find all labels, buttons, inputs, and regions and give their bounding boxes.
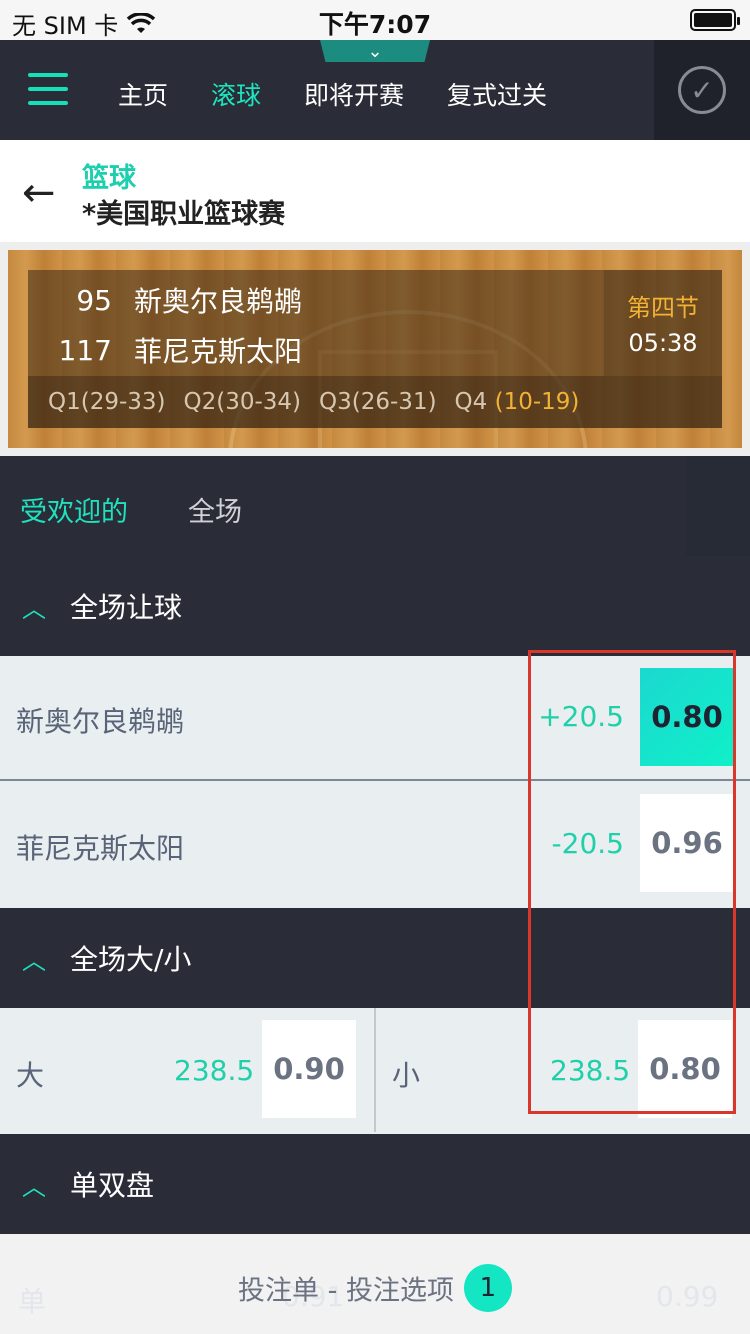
court-background: 95 新奥尔良鹈鹕 117 菲尼克斯太阳 第四节 05:38 Q1(29-33)… [8, 250, 742, 448]
tab-scroll-edge [686, 456, 750, 556]
status-bar: 无 SIM 卡 下午7:07 [0, 0, 750, 40]
nav-tabs: 主页 滚球 即将开赛 复式过关 [118, 76, 547, 112]
scoreboard: 95 新奥尔良鹈鹕 117 菲尼克斯太阳 第四节 05:38 Q1(29-33)… [0, 242, 750, 456]
home-score: 95 [76, 283, 112, 317]
score-panel: 95 新奥尔良鹈鹕 117 菲尼克斯太阳 [28, 270, 604, 376]
chevron-up-icon: ︿ [22, 946, 46, 975]
away-score-row: 117 菲尼克斯太阳 [28, 330, 302, 370]
section-title: 全场大/小 [70, 943, 192, 976]
top-nav: ⌄ 主页 滚球 即将开赛 复式过关 ✓ [0, 40, 750, 140]
section-title: 全场让球 [70, 591, 183, 624]
section-handicap-header[interactable]: ︿ 全场让球 [0, 556, 750, 656]
under-label: 小 [392, 1059, 421, 1092]
highlight-box [528, 650, 736, 1114]
over-line: 238.5 [174, 1054, 255, 1087]
column-divider [374, 1008, 376, 1132]
chevron-up-icon: ︿ [22, 1172, 46, 1201]
section-title: 单双盘 [70, 1169, 155, 1202]
clock: 下午7:07 [318, 10, 432, 39]
quarter-3: Q3(26-31) [319, 389, 437, 415]
chevron-up-icon: ︿ [22, 594, 46, 623]
tab-live[interactable]: 滚球 [211, 76, 261, 112]
quarter-1: Q1(29-33) [48, 389, 166, 415]
confirm-button[interactable]: ✓ [654, 40, 750, 140]
betslip-label-wrap: 投注单 - 投注选项 1 [0, 1264, 750, 1316]
betslip-count-badge: 1 [463, 1264, 512, 1312]
quarter-2: Q2(30-34) [183, 389, 302, 415]
section-odd-even-header[interactable]: ︿ 单双盘 [0, 1134, 750, 1234]
away-score: 117 [58, 333, 112, 367]
away-team: 菲尼克斯太阳 [134, 335, 303, 368]
hamburger-menu-icon[interactable] [28, 73, 68, 105]
chevron-down-icon[interactable]: ⌄ [320, 40, 430, 62]
back-arrow-icon[interactable]: ← [22, 170, 56, 216]
quarter-scores: Q1(29-33) Q2(30-34) Q3(26-31) Q4 (10-19) [28, 376, 722, 428]
row-team: 新奥尔良鹈鹕 [16, 705, 185, 738]
over-label: 大 [16, 1059, 45, 1092]
quarter-4-score: (10-19) [494, 389, 580, 415]
tab-home[interactable]: 主页 [118, 76, 168, 112]
home-score-row: 95 新奥尔良鹈鹕 [28, 280, 302, 320]
betslip-label: 投注单 - 投注选项 [238, 1275, 454, 1307]
tab-parlay[interactable]: 复式过关 [447, 76, 547, 112]
game-clock: 05:38 [628, 329, 698, 357]
period-name: 第四节 [627, 294, 699, 322]
tab-upcoming[interactable]: 即将开赛 [304, 76, 404, 112]
over-odds-button[interactable]: 0.90 [262, 1020, 356, 1118]
quarter-4-label: Q4 [454, 389, 488, 415]
row-team: 菲尼克斯太阳 [16, 832, 185, 865]
tab-popular[interactable]: 受欢迎的 [20, 490, 128, 529]
tab-full-game[interactable]: 全场 [188, 490, 242, 529]
page-header: ← 篮球 *美国职业篮球赛 [0, 140, 750, 242]
battery-icon [690, 9, 740, 31]
sport-title: 篮球 [82, 163, 136, 194]
market-tabs: 受欢迎的 全场 [0, 456, 750, 556]
period-panel: 第四节 05:38 [604, 270, 722, 376]
league-title: *美国职业篮球赛 [82, 199, 286, 230]
betslip-bar[interactable]: 单 0.91 0.99 投注单 - 投注选项 1 [0, 1234, 750, 1334]
checkmark-icon: ✓ [678, 66, 726, 114]
quarter-4: Q4 (10-19) [455, 389, 580, 415]
home-team: 新奥尔良鹈鹕 [134, 285, 303, 318]
